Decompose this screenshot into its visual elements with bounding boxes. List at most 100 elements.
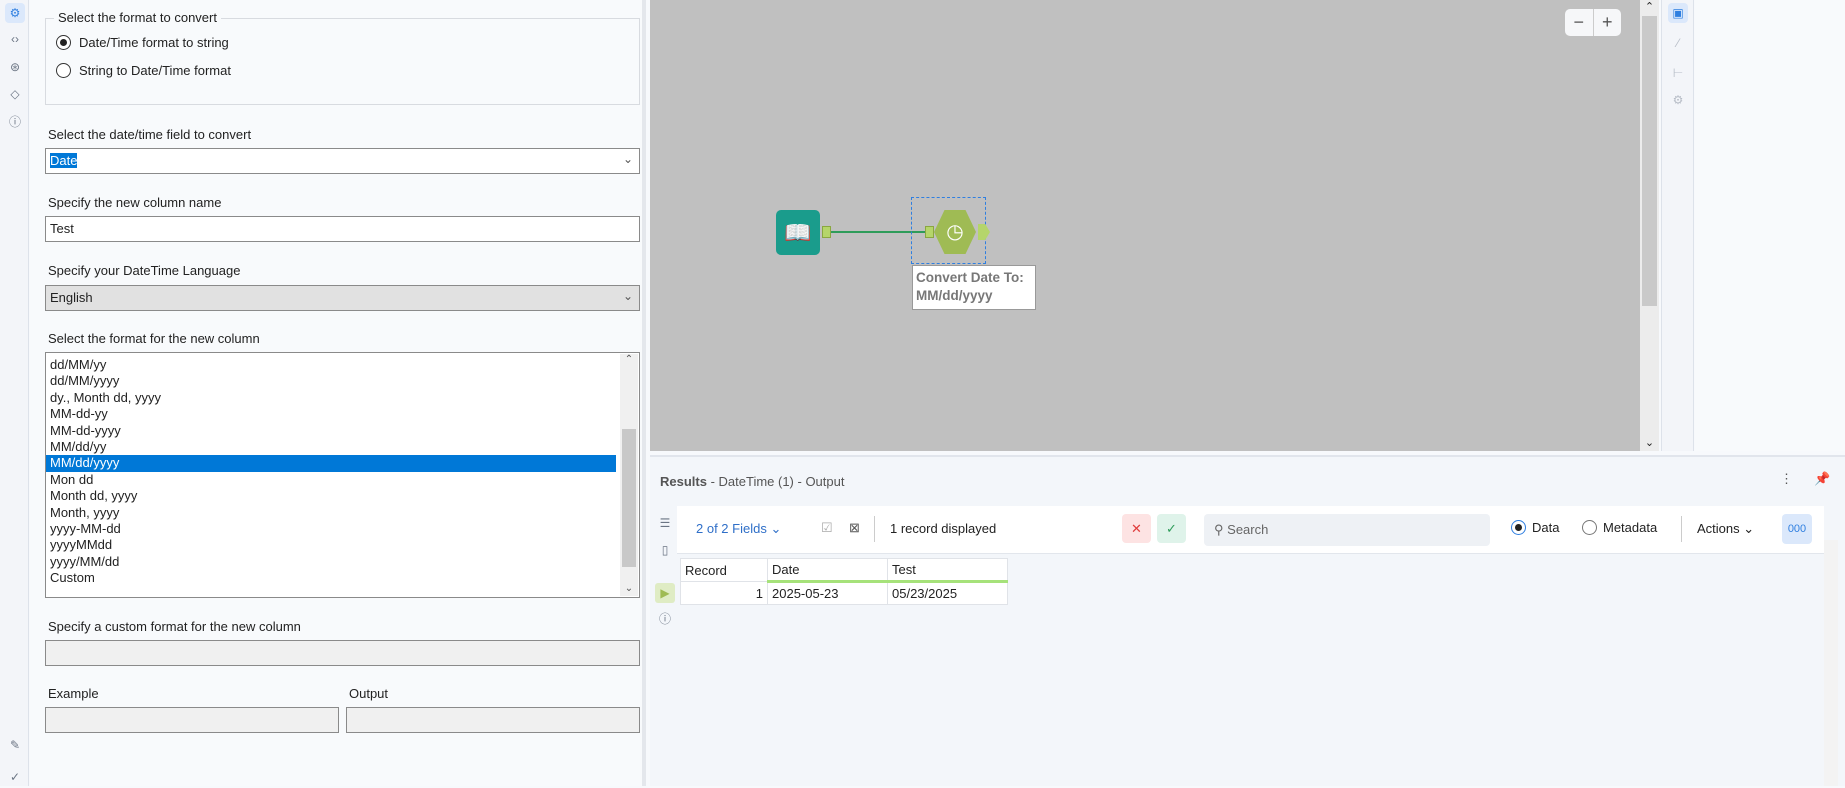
format-option[interactable]: Custom [46, 570, 616, 586]
results-scrollbar[interactable] [1824, 540, 1838, 786]
code-icon[interactable]: ‹› [5, 29, 25, 49]
format-list-label: Select the format for the new column [48, 331, 260, 346]
example-label: Example [48, 686, 99, 701]
results-side-bar: ☰ ▯ ▶ ⓘ [650, 507, 677, 788]
format-option[interactable]: dd/MM/yy [46, 357, 616, 373]
help-icon[interactable]: ⓘ [5, 112, 25, 132]
list-icon[interactable]: ☰ [655, 513, 675, 533]
table-row: 1 2025-05-23 05/23/2025 [680, 581, 1008, 605]
radio-label: Data [1532, 520, 1560, 535]
radio-metadata[interactable]: Metadata [1582, 520, 1657, 535]
scroll-down-icon[interactable]: ⌄ [1640, 436, 1659, 449]
radio-label: Metadata [1603, 520, 1658, 535]
language-select[interactable]: English ⌄ [45, 285, 640, 311]
format-option[interactable]: yyyyMMdd [46, 537, 616, 553]
layout-icon[interactable]: ▣ [1668, 3, 1688, 23]
cell-viewer-button[interactable]: 000 [1782, 514, 1812, 544]
format-option[interactable]: MM/dd/yy [46, 439, 616, 455]
record-count: 1 record displayed [890, 521, 997, 536]
actions-dropdown[interactable]: Actions ⌄ [1697, 521, 1754, 537]
output-label: Output [349, 686, 389, 701]
custom-format-input[interactable] [45, 640, 640, 666]
radio-unchecked-icon [56, 63, 71, 78]
right-icon-bar: ▣ ⁄ ⊢ ⚙ [1661, 0, 1694, 451]
search-input[interactable]: ⚲ Search [1204, 514, 1490, 546]
scroll-thumb[interactable] [1642, 16, 1657, 306]
radio-label: Date/Time format to string [79, 35, 229, 50]
radio-string-to-datetime[interactable]: String to Date/Time format [56, 63, 231, 78]
zoom-in-button[interactable]: + [1594, 9, 1622, 36]
format-option[interactable]: Month, yyyy [46, 505, 616, 521]
input-data-tool-icon[interactable]: 📖 [776, 210, 820, 255]
format-option[interactable]: yyyy-MM-dd [46, 521, 616, 537]
connection-icon[interactable]: ⊛ [5, 57, 25, 77]
column-header-record[interactable]: Record [680, 558, 768, 582]
tag-icon[interactable]: ◇ [5, 84, 25, 104]
scroll-up-icon[interactable]: ⌃ [620, 354, 638, 365]
format-option[interactable]: MM-dd-yy [46, 406, 616, 422]
format-option[interactable]: dy., Month dd, yyyy [46, 390, 616, 406]
format-option[interactable]: yyyy/MM/dd [46, 554, 616, 570]
clear-filter-button[interactable]: ✕ [1122, 514, 1151, 543]
results-table: Record Date Test 1 2025-05-23 05/23/2025 [680, 558, 1008, 605]
deselect-all-icon[interactable]: ⊠ [849, 520, 860, 536]
magic-wand-icon[interactable]: ⁄ [1668, 33, 1688, 53]
results-title-main: Results [660, 474, 707, 489]
output-field [346, 707, 640, 733]
language-value: English [50, 290, 93, 305]
radio-data[interactable]: Data [1511, 520, 1559, 535]
format-group: Select the format to convert Date/Time f… [45, 10, 640, 105]
format-option[interactable]: dd/MM/yyyy [46, 373, 616, 389]
chevron-down-icon: ⌄ [622, 289, 633, 303]
cell-record[interactable]: 1 [680, 581, 768, 605]
output-anchor[interactable] [822, 226, 831, 238]
chevron-down-icon: ⌄ [622, 152, 633, 166]
select-all-icon[interactable]: ☑ [821, 520, 833, 536]
more-options-icon[interactable]: ⋮ [1780, 471, 1793, 487]
actions-label: Actions [1697, 521, 1740, 536]
format-option[interactable]: MM-dd-yyyy [46, 423, 616, 439]
column-name-label: Specify the new column name [48, 195, 222, 210]
scroll-thumb[interactable] [622, 429, 636, 567]
column-name-input[interactable]: Test [45, 216, 640, 242]
workflow-canvas[interactable]: − + 📖 ◷ Convert Date To: MM/dd/yyyy [650, 0, 1640, 451]
annotation-line: MM/dd/yyyy [916, 288, 993, 303]
message-icon[interactable]: ▯ [655, 540, 675, 560]
scroll-up-icon[interactable]: ⌃ [1640, 0, 1659, 13]
gear-icon[interactable]: ⚙ [5, 3, 25, 23]
custom-format-label: Specify a custom format for the new colu… [48, 619, 301, 634]
language-label: Specify your DateTime Language [48, 263, 241, 278]
zoom-controls: − + [1565, 9, 1621, 36]
results-title: Results - DateTime (1) - Output [660, 474, 844, 489]
column-header-date[interactable]: Date [767, 558, 888, 583]
search-icon: ⚲ [1214, 522, 1224, 537]
format-listbox[interactable]: dd/MM/yy dd/MM/yyyy dy., Month dd, yyyy MM-… [45, 352, 640, 598]
field-label: Select the date/time field to convert [48, 127, 252, 142]
output-anchor-icon[interactable]: ▶ [655, 583, 675, 603]
zoom-out-button[interactable]: − [1565, 9, 1594, 36]
pencil-icon[interactable]: ✎ [5, 735, 25, 755]
radio-label: String to Date/Time format [79, 63, 231, 78]
gear-icon[interactable]: ⚙ [1668, 90, 1688, 110]
output-anchor[interactable] [978, 224, 990, 240]
pin-icon[interactable]: 📌 [1814, 471, 1830, 487]
format-option[interactable]: Month dd, yyyy [46, 488, 616, 504]
column-header-test[interactable]: Test [887, 558, 1008, 583]
help-icon[interactable]: ⓘ [655, 609, 675, 629]
field-select[interactable]: Date ⌄ [45, 148, 640, 174]
format-option[interactable]: MM/dd/yyyy [46, 455, 616, 472]
column-name-value: Test [50, 221, 74, 236]
check-circle-icon[interactable]: ✓ [5, 767, 25, 787]
format-option[interactable]: Mon dd [46, 472, 616, 488]
cell-date[interactable]: 2025-05-23 [767, 581, 888, 605]
fields-dropdown[interactable]: 2 of 2 Fields ⌄ [696, 521, 781, 537]
cell-test[interactable]: 05/23/2025 [887, 581, 1008, 605]
radio-checked-icon [1511, 520, 1526, 535]
canvas-scrollbar[interactable]: ⌃ ⌄ [1640, 0, 1659, 451]
input-anchor[interactable] [925, 226, 934, 238]
radio-datetime-to-string[interactable]: Date/Time format to string [56, 35, 229, 50]
scroll-down-icon[interactable]: ⌄ [620, 583, 638, 594]
listbox-scrollbar[interactable]: ⌃ ⌄ [620, 354, 638, 596]
hierarchy-icon[interactable]: ⊢ [1668, 63, 1688, 83]
apply-filter-button[interactable]: ✓ [1157, 514, 1186, 543]
